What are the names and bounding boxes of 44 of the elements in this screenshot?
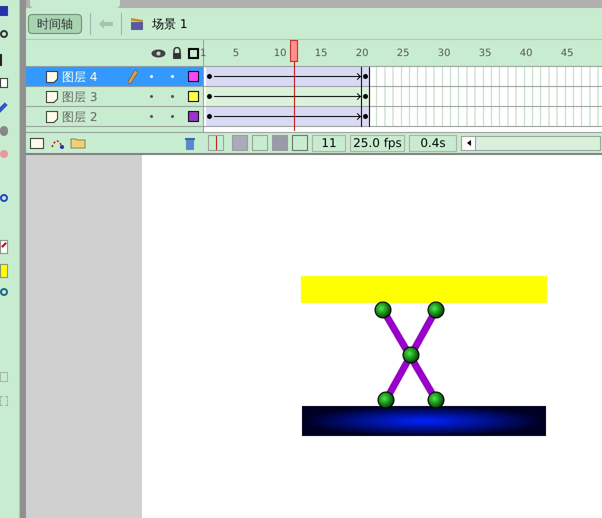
layer-row[interactable]: 图层 2 [26, 107, 204, 126]
layer-name: 图层 3 [62, 88, 98, 106]
tween-span[interactable] [206, 67, 370, 86]
layer-color-swatch[interactable] [188, 71, 199, 82]
markers-icon[interactable] [292, 135, 308, 151]
frame-track[interactable] [204, 107, 602, 126]
frame-number: 1 [200, 47, 206, 61]
layer-color-swatch[interactable] [188, 91, 199, 102]
layer-color-swatch[interactable] [188, 111, 199, 122]
frame-number: 5 [232, 47, 240, 61]
scene-label: 场景 1 [152, 16, 188, 32]
layer-icon [46, 70, 58, 82]
pencil-icon [128, 70, 138, 84]
frame-number: 40 [520, 47, 533, 61]
frame-number: 25 [396, 47, 410, 61]
layer-row[interactable]: 图层 4 [26, 67, 204, 86]
current-frame: 11 [312, 134, 346, 152]
frame-number: 10 [274, 47, 287, 61]
tween-span[interactable] [206, 107, 370, 126]
timeline-button[interactable]: 时间轴 [28, 14, 82, 34]
layer-name: 图层 4 [62, 68, 98, 86]
frame-number: 15 [314, 47, 328, 61]
layer-icon [46, 90, 58, 102]
outline-icon[interactable] [188, 48, 199, 58]
layer-icon [46, 110, 58, 122]
horizontal-scrollbar[interactable] [461, 136, 601, 150]
tween-span[interactable] [206, 87, 370, 106]
layer-name: 图层 2 [62, 108, 98, 126]
trash-icon[interactable] [184, 136, 196, 150]
lock-icon[interactable] [172, 47, 182, 59]
frame-track[interactable] [204, 87, 602, 106]
frame-rate: 25.0 fps [350, 134, 405, 152]
frame-number: 35 [478, 47, 492, 61]
folder-icon[interactable] [70, 137, 86, 149]
clapperboard-icon [130, 16, 144, 30]
frame-number: 30 [438, 47, 451, 61]
frame-number: 45 [560, 47, 574, 61]
elapsed-time: 0.4s [409, 134, 457, 152]
center-frame-icon[interactable] [208, 135, 224, 151]
eye-icon[interactable] [151, 48, 166, 58]
layer-row[interactable]: 图层 3 [26, 87, 204, 106]
frame-number: 20 [356, 47, 369, 61]
add-layer-icon[interactable] [30, 138, 44, 148]
playhead[interactable] [290, 40, 298, 131]
